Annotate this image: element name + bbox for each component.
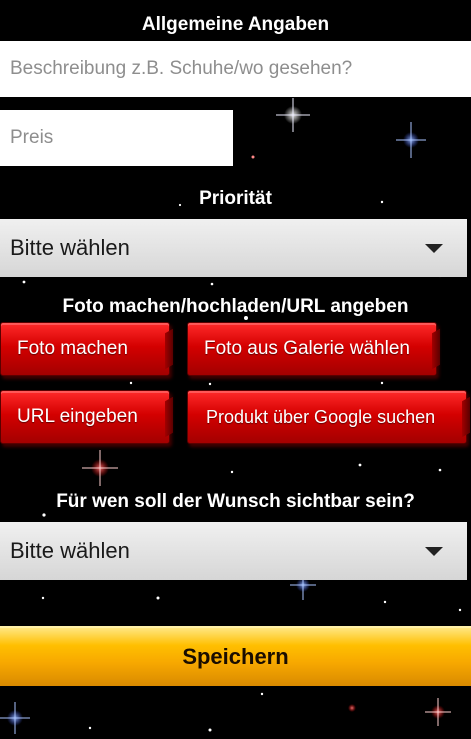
take-photo-button[interactable]: Foto machen (0, 322, 170, 376)
take-photo-button-label: Foto machen (17, 338, 128, 359)
visibility-select[interactable]: Bitte wählen (0, 522, 467, 580)
enter-url-button-label: URL eingeben (17, 406, 138, 427)
save-button[interactable]: Speichern (0, 626, 471, 686)
google-search-button[interactable]: Produkt über Google suchen (187, 390, 467, 444)
enter-url-button[interactable]: URL eingeben (0, 390, 170, 444)
priority-select-value: Bitte wählen (10, 235, 130, 260)
section-heading-visibility: Für wen soll der Wunsch sichtbar sein? (56, 491, 415, 512)
visibility-select-value: Bitte wählen (10, 538, 130, 563)
priority-select[interactable]: Bitte wählen (0, 219, 467, 277)
dropdown-arrow-icon (425, 546, 443, 556)
dropdown-arrow-icon (425, 243, 443, 253)
section-heading-photo: Foto machen/hochladen/URL angeben (62, 296, 409, 317)
star (348, 704, 356, 712)
google-search-button-label: Produkt über Google suchen (206, 406, 436, 427)
gallery-photo-button-label: Foto aus Galerie wählen (204, 338, 410, 359)
star (425, 698, 451, 726)
star (396, 122, 426, 158)
price-input[interactable] (0, 110, 233, 166)
star (0, 702, 30, 734)
star (276, 98, 310, 132)
gallery-photo-button[interactable]: Foto aus Galerie wählen (187, 322, 437, 376)
section-heading-priority: Priorität (199, 188, 272, 209)
section-heading-general: Allgemeine Angaben (141, 14, 330, 35)
star (82, 450, 118, 486)
description-input[interactable] (0, 41, 471, 97)
save-button-label: Speichern (182, 644, 289, 669)
